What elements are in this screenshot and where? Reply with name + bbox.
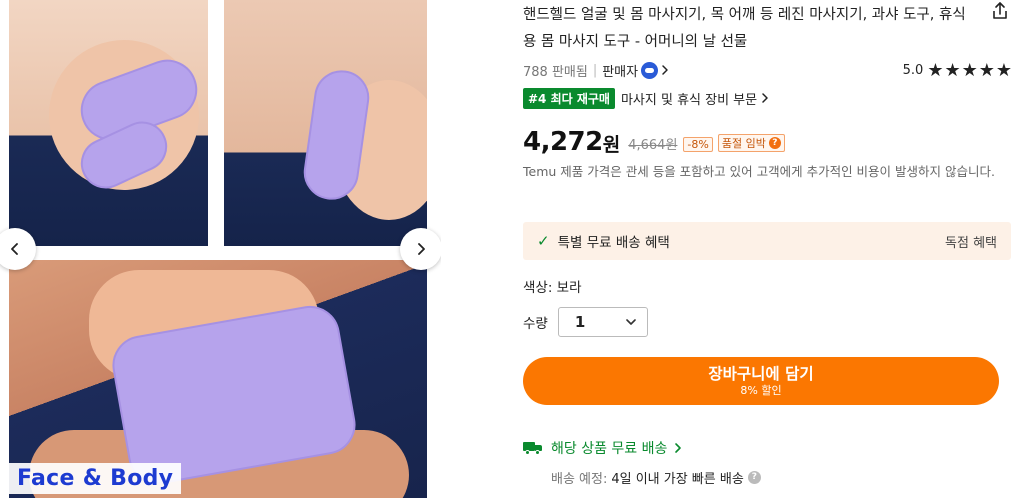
product-panel: 핸드헬드 얼굴 및 몸 마사지기, 목 어깨 등 레진 마사지기, 과샤 도구,…	[523, 0, 1013, 498]
share-icon	[993, 2, 1007, 19]
star-rating-icon: ★★★★★	[927, 60, 1013, 81]
benefit-left: ✓ 특별 무료 배송 혜택	[537, 231, 670, 251]
rating-value: 5.0	[902, 63, 924, 78]
seller-label: 판매자	[602, 64, 639, 80]
rank-badge: #4 최다 재구매	[523, 87, 615, 109]
chevron-right-icon	[662, 65, 668, 75]
meta-row: 788 판매됨 | 판매자 5.0 ★★★★★	[523, 60, 1013, 81]
rank-row[interactable]: #4 최다 재구매 마사지 및 휴식 장비 부문	[523, 87, 770, 109]
add-to-cart-button[interactable]: 장바구니에 담기 8% 할인	[523, 357, 999, 405]
product-photo-arm: Face & Body	[9, 260, 427, 498]
help-icon[interactable]: ?	[747, 470, 761, 484]
check-icon: ✓	[537, 232, 550, 250]
quantity-select[interactable]: 1	[557, 307, 648, 337]
rating[interactable]: 5.0 ★★★★★	[903, 60, 1013, 81]
share-button[interactable]	[989, 0, 1011, 22]
chevron-left-icon	[11, 243, 18, 255]
seller-link[interactable]: 판매자	[602, 61, 670, 80]
shipping-label: 해당 상품 무료 배송	[551, 441, 668, 457]
product-gallery: Face & Body	[0, 0, 441, 498]
stock-badge[interactable]: 품절 임박 ?	[717, 134, 785, 152]
qty-row: 수량 1	[523, 307, 648, 337]
price-notice: Temu 제품 가격은 관세 등을 포함하고 있어 고객에게 추가적인 비용이 …	[523, 164, 995, 179]
qty-value: 1	[574, 313, 586, 331]
eta-row: 배송 예정: 4일 이내 가장 빠른 배송 ?	[551, 467, 761, 487]
qty-label: 수량	[523, 316, 548, 332]
free-shipping-link[interactable]: 해당 상품 무료 배송	[523, 437, 683, 459]
chevron-right-icon	[675, 443, 682, 453]
benefit-exclusive: 독점 혜택	[945, 235, 997, 251]
seller-logo-icon	[641, 61, 659, 79]
eta-label: 배송 예정:	[551, 471, 608, 487]
chevron-right-icon	[762, 93, 768, 103]
discount-badge: -8%	[683, 137, 713, 152]
help-icon: ?	[768, 137, 781, 149]
old-price: 4,664원	[628, 138, 678, 153]
stock-label: 품절 임박	[721, 137, 766, 150]
rank-category: 마사지 및 휴식 장비 부문	[620, 92, 758, 108]
chevron-right-icon	[418, 243, 425, 255]
price: 4,272	[523, 127, 603, 157]
divider: |	[592, 62, 598, 78]
product-title: 핸드헬드 얼굴 및 몸 마사지기, 목 어깨 등 레진 마사지기, 과샤 도구,…	[523, 7, 966, 50]
cart-label: 장바구니에 담기	[708, 364, 814, 383]
color-label: 색상: 보라	[523, 280, 582, 296]
price-unit: 원	[602, 134, 621, 156]
sold-count: 788 판매됨	[523, 64, 588, 80]
product-photo-face	[9, 0, 208, 246]
product-photo-neck	[224, 0, 427, 246]
benefit-label: 특별 무료 배송 혜택	[557, 235, 670, 251]
benefit-banner[interactable]: ✓ 특별 무료 배송 혜택 독점 혜택	[523, 222, 1011, 260]
eta-value: 4일 이내 가장 빠른 배송	[611, 471, 744, 487]
chevron-down-icon	[626, 319, 636, 325]
price-row: 4,272 원 4,664원 -8% 품절 임박 ?	[523, 121, 785, 157]
photo-caption: Face & Body	[9, 463, 182, 494]
cart-discount: 8% 할인	[740, 383, 782, 397]
gallery-next-button[interactable]	[400, 228, 441, 270]
truck-icon	[523, 441, 543, 455]
